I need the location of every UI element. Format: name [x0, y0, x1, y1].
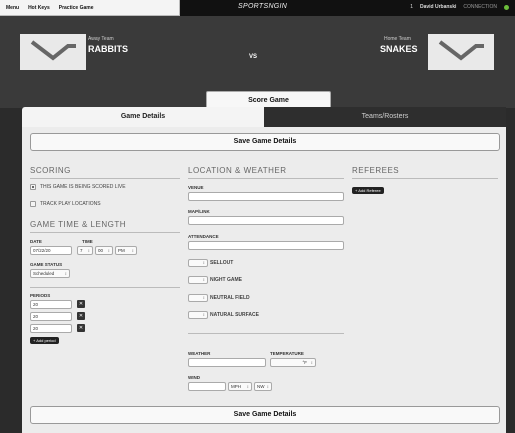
ampm-select[interactable]: PM: [115, 246, 137, 255]
scored-live-label: THIS GAME IS BEING SCORED LIVE: [40, 184, 126, 190]
game-details-panel: Save Game Details SCORING THIS GAME IS B…: [22, 127, 506, 433]
sellout-label: SELLOUT: [210, 260, 234, 266]
track-play-locations-label: TRACK PLAY LOCATIONS: [40, 201, 101, 207]
game-status-label: GAME STATUS: [30, 262, 63, 267]
natural-surface-row: NATURAL SURFACE: [188, 311, 259, 319]
divider: [30, 178, 180, 179]
divider: [188, 178, 344, 179]
away-team-name: RABBITS: [88, 44, 128, 54]
venue-input[interactable]: [188, 192, 344, 201]
natural-surface-label: NATURAL SURFACE: [210, 312, 259, 318]
temperature-select[interactable]: °F: [270, 358, 316, 367]
time-label: TIME: [82, 239, 93, 244]
sellout-select[interactable]: [188, 259, 208, 267]
referees-heading: REFEREES: [352, 166, 400, 175]
add-period-button[interactable]: + Add period: [30, 337, 59, 344]
divider: [352, 178, 498, 179]
date-label: DATE: [30, 239, 42, 244]
remove-period-3-icon[interactable]: ✕: [77, 324, 85, 332]
night-game-select[interactable]: [188, 276, 208, 284]
user-name[interactable]: David Urbanski: [420, 4, 456, 10]
neutral-field-select[interactable]: [188, 294, 208, 302]
divider: [188, 333, 344, 334]
period-2-input[interactable]: 20: [30, 312, 72, 321]
home-team-logo-icon: [438, 40, 484, 61]
brand-logo: SPORTSNGIN: [238, 3, 288, 10]
weather-label: WEATHER: [188, 351, 211, 356]
minute-select[interactable]: 00: [95, 246, 113, 255]
game-time-heading: GAME TIME & LENGTH: [30, 220, 126, 229]
home-team-caption: Home Team: [384, 36, 411, 42]
connection-status: CONNECTION: [463, 4, 497, 10]
periods-label: PERIODS: [30, 293, 51, 298]
tab-game-details[interactable]: Game Details: [22, 107, 264, 127]
away-team-logo: [20, 34, 86, 70]
date-input[interactable]: 07/22/20: [30, 246, 72, 255]
remove-period-1-icon[interactable]: ✕: [77, 300, 85, 308]
menu-item-menu[interactable]: Menu: [6, 5, 19, 11]
night-game-row: NIGHT GAME: [188, 276, 242, 284]
divider: [30, 232, 180, 233]
venue-label: VENUE: [188, 185, 204, 190]
temperature-label: TEMPERATURE: [270, 351, 304, 356]
home-team-logo: [428, 34, 494, 70]
sellout-row: SELLOUT: [188, 259, 233, 267]
home-team-name: SNAKES: [380, 44, 418, 54]
map-link-label: MAP/LINK: [188, 209, 210, 214]
wind-direction-select[interactable]: NW: [254, 382, 272, 391]
connection-dot-icon: [504, 4, 509, 10]
tab-teams-rosters[interactable]: Teams/Rosters: [264, 107, 506, 127]
menu-item-hot-keys[interactable]: Hot Keys: [28, 5, 50, 11]
matchup-header: Away Team RABBITS VS Home Team SNAKES Sc…: [0, 16, 515, 111]
versus-label: VS: [249, 54, 258, 60]
user-area: 1 David Urbanski CONNECTION: [410, 4, 509, 10]
period-1-input[interactable]: 20: [30, 300, 72, 309]
top-menu: Menu Hot Keys Practice Game: [0, 0, 180, 16]
menu-item-practice-game[interactable]: Practice Game: [59, 5, 94, 11]
add-referee-button[interactable]: + Add Referee: [352, 187, 384, 194]
attendance-label: ATTENDANCE: [188, 234, 219, 239]
remove-period-2-icon[interactable]: ✕: [77, 312, 85, 320]
hour-select[interactable]: 7: [77, 246, 93, 255]
tab-bar: Game Details Teams/Rosters: [22, 107, 506, 127]
away-team-caption: Away Team: [88, 36, 114, 42]
save-game-details-button-top[interactable]: Save Game Details: [30, 133, 500, 151]
scored-live-checkbox[interactable]: [30, 184, 36, 190]
track-play-locations-checkbox[interactable]: [30, 201, 36, 207]
divider: [30, 287, 180, 288]
night-game-label: NIGHT GAME: [210, 277, 242, 283]
neutral-field-row: NEUTRAL FIELD: [188, 294, 250, 302]
wind-unit-select[interactable]: MPH: [228, 382, 252, 391]
neutral-field-label: NEUTRAL FIELD: [210, 295, 250, 301]
game-status-select[interactable]: Scheduled: [30, 269, 70, 278]
save-game-details-button-bottom[interactable]: Save Game Details: [30, 406, 500, 424]
scoring-heading: SCORING: [30, 166, 71, 175]
period-3-input[interactable]: 20: [30, 324, 72, 333]
attendance-input[interactable]: [188, 241, 344, 250]
notification-count[interactable]: 1: [410, 4, 413, 10]
natural-surface-select[interactable]: [188, 311, 208, 319]
location-weather-heading: LOCATION & WEATHER: [188, 166, 287, 175]
weather-input[interactable]: [188, 358, 266, 367]
map-link-input[interactable]: [188, 216, 344, 225]
wind-speed-input[interactable]: [188, 382, 226, 391]
away-team-logo-icon: [30, 40, 76, 61]
wind-label: WIND: [188, 375, 200, 380]
